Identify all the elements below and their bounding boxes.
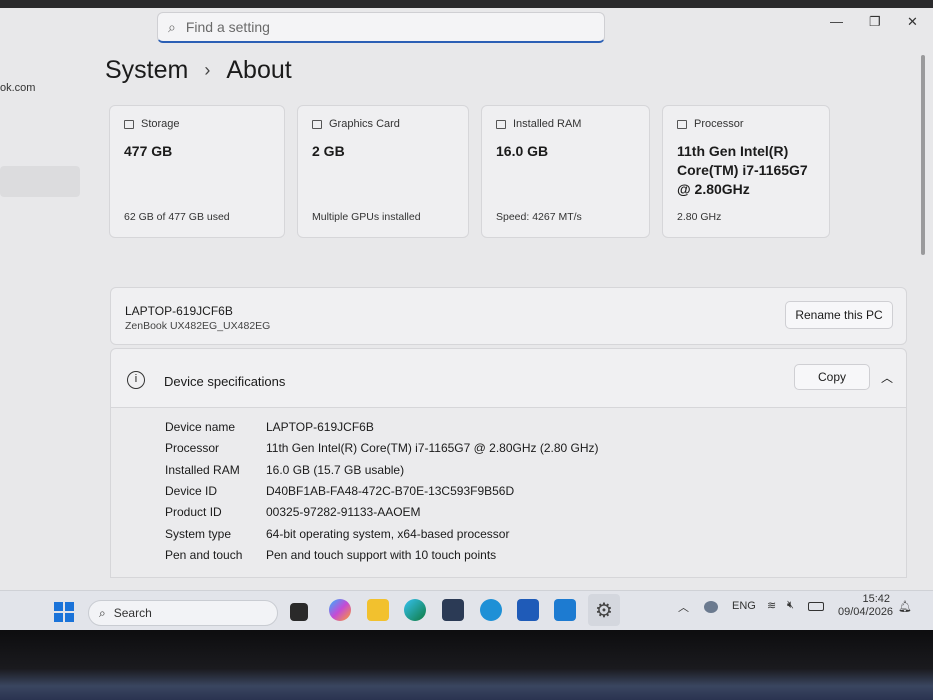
account-email: ok.com <box>0 82 36 94</box>
language-indicator[interactable]: ENG <box>732 600 756 612</box>
rename-pc-button[interactable]: Rename this PC <box>785 301 893 329</box>
onedrive-icon[interactable] <box>704 601 718 613</box>
volume-muted-icon[interactable]: 🔇︎ <box>787 599 794 612</box>
graphics-card-card[interactable]: Graphics Card 2 GB Multiple GPUs install… <box>297 105 469 238</box>
card-value: 477 GB <box>124 143 173 159</box>
settings-icon[interactable]: ⚙ <box>588 594 620 626</box>
spec-value: D40BF1AB-FA48-472C-B70E-13C593F9B56D <box>266 484 515 498</box>
spec-row: Product ID 00325-97282-91133-AAOEM <box>165 505 421 519</box>
clock-time[interactable]: 15:42 <box>838 593 890 605</box>
task-view-icon[interactable] <box>290 603 308 621</box>
edge-icon[interactable] <box>404 599 426 621</box>
device-model: ZenBook UX482EG_UX482EG <box>125 320 271 332</box>
spec-key: Pen and touch <box>165 548 243 562</box>
card-value: 11th Gen Intel(R) Core(TM) i7-1165G7 @ 2… <box>677 143 808 197</box>
taskbar-search[interactable]: ⌕ Search <box>88 600 278 626</box>
search-input[interactable]: ⌕ Find a setting <box>157 12 605 43</box>
chevron-up-icon[interactable]: ︿ <box>881 369 893 386</box>
search-placeholder: Find a setting <box>185 19 270 35</box>
card-sub: 62 GB of 477 GB used <box>124 211 230 223</box>
search-icon: ⌕ <box>99 605 106 620</box>
card-sub: Speed: 4267 MT/s <box>496 211 582 223</box>
copilot-icon[interactable] <box>329 599 351 621</box>
specs-title: Device specifications <box>164 374 286 389</box>
notification-bell-icon[interactable]: 🔔︎ <box>898 600 912 613</box>
card-label: Graphics Card <box>329 118 400 130</box>
store-icon[interactable] <box>442 599 464 621</box>
spec-row: Installed RAM 16.0 GB (15.7 GB usable) <box>165 463 404 477</box>
spec-row: Pen and touch Pen and touch support with … <box>165 548 496 562</box>
clock-date[interactable]: 09/04/2026 <box>838 606 893 618</box>
device-name: LAPTOP-619JCF6B <box>125 304 233 318</box>
spec-row: System type 64-bit operating system, x64-… <box>165 527 509 541</box>
breadcrumb-system[interactable]: System <box>105 56 188 85</box>
ram-card[interactable]: Installed RAM 16.0 GB Speed: 4267 MT/s <box>481 105 650 238</box>
start-button[interactable] <box>54 602 74 622</box>
spec-key: Processor <box>165 441 220 455</box>
spec-row: Device name LAPTOP-619JCF6B <box>165 420 374 434</box>
restore-button[interactable]: ❐ <box>869 14 881 30</box>
storage-icon <box>124 119 134 129</box>
file-explorer-icon[interactable] <box>367 599 389 621</box>
cortana-icon[interactable] <box>480 599 502 621</box>
card-sub: Multiple GPUs installed <box>312 211 421 223</box>
spec-key: Installed RAM <box>165 463 240 477</box>
spec-value: 00325-97282-91133-AAOEM <box>266 505 421 519</box>
chevron-right-icon: › <box>204 60 211 80</box>
processor-card[interactable]: Processor 11th Gen Intel(R) Core(TM) i7-… <box>662 105 830 238</box>
page-title: About <box>226 56 292 84</box>
copy-button[interactable]: Copy <box>794 364 870 390</box>
laptop-bezel <box>0 630 933 700</box>
spec-row: Processor 11th Gen Intel(R) Core(TM) i7-1… <box>165 441 599 455</box>
outlook-icon[interactable] <box>554 599 576 621</box>
settings-window: ⌕ Find a setting — ❐ ✕ ok.com System › A… <box>0 0 933 630</box>
breadcrumb: System › About <box>105 56 292 85</box>
battery-icon[interactable] <box>808 602 824 611</box>
ram-icon <box>496 119 506 129</box>
card-value: 2 GB <box>312 143 345 159</box>
info-icon: i <box>127 371 145 389</box>
search-icon: ⌕ <box>168 18 176 35</box>
sidebar-item-system[interactable] <box>0 166 80 197</box>
spec-value: 16.0 GB (15.7 GB usable) <box>266 463 405 477</box>
spec-value: 11th Gen Intel(R) Core(TM) i7-1165G7 @ 2… <box>266 441 599 455</box>
screen-edge <box>0 0 933 8</box>
device-specs-list: Device name LAPTOP-619JCF6B Processor 11th… <box>110 408 907 578</box>
processor-icon <box>677 119 687 129</box>
spec-value: Pen and touch support with 10 touch poin… <box>266 548 497 562</box>
chevron-up-icon[interactable]: ︿ <box>678 599 689 615</box>
card-label: Processor <box>694 118 744 130</box>
card-label: Storage <box>141 118 180 130</box>
spec-value: LAPTOP-619JCF6B <box>266 420 374 434</box>
card-sub: 2.80 GHz <box>677 211 722 223</box>
device-specs-header[interactable]: i Device specifications Copy ︿ <box>110 348 907 408</box>
card-value: 16.0 GB <box>496 143 549 159</box>
close-button[interactable]: ✕ <box>907 14 918 30</box>
graphics-card-icon <box>312 119 322 129</box>
spec-key: Product ID <box>165 505 222 519</box>
spec-key: Device ID <box>165 484 218 498</box>
spec-key: Device name <box>165 420 236 434</box>
minimize-button[interactable]: — <box>830 14 843 29</box>
wifi-icon[interactable]: ≋ <box>767 599 776 612</box>
card-label: Installed RAM <box>513 118 582 130</box>
taskbar-search-label: Search <box>113 606 152 620</box>
device-name-panel: LAPTOP-619JCF6B ZenBook UX482EG_UX482EG … <box>110 287 907 345</box>
taskbar: ⌕ Search ⚙ ︿ ENG ≋ 🔇︎ 15:42 09/04/2026 🔔︎ <box>0 590 933 630</box>
storage-card[interactable]: Storage 477 GB 62 GB of 477 GB used <box>109 105 285 238</box>
myasus-icon[interactable] <box>517 599 539 621</box>
spec-value: 64-bit operating system, x64-based proce… <box>266 527 510 541</box>
spec-key: System type <box>165 527 232 541</box>
scrollbar[interactable] <box>921 55 925 255</box>
spec-row: Device ID D40BF1AB-FA48-472C-B70E-13C593F… <box>165 484 514 498</box>
